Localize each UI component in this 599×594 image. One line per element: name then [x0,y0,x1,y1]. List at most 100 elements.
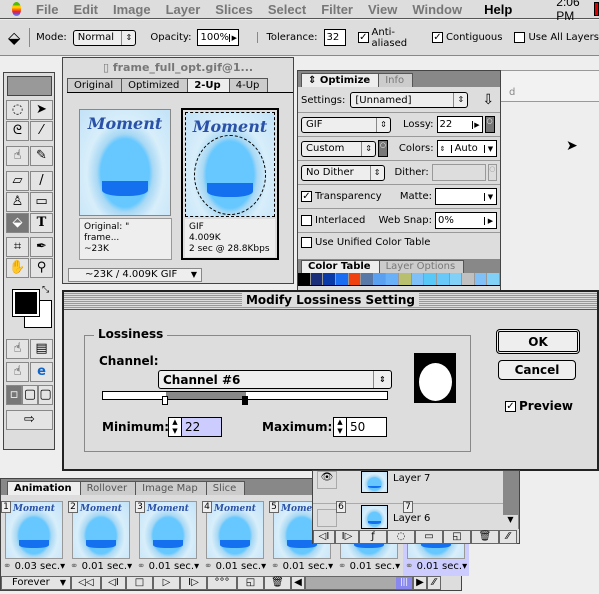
tab-optimized[interactable]: Optimized [121,78,189,92]
duplicate-frame-icon[interactable]: ◱ [237,576,264,590]
color-swatch[interactable] [386,273,399,285]
unified-color-table-checkbox[interactable]: Use Unified Color Table [301,237,430,248]
layer-mask-icon[interactable]: ◌ [387,530,415,544]
optimized-image[interactable]: Moment [185,112,275,217]
tab-original[interactable]: Original [67,78,123,92]
dialog-title-bar[interactable]: Modify Lossiness Setting [64,292,597,310]
resize-grip-icon[interactable]: ⁄⁄ [499,530,517,544]
marquee-tool-icon[interactable]: ◌ [6,100,29,120]
previous-frame-icon[interactable]: ◁I [313,530,335,544]
eyedropper-tool-icon[interactable]: ✒ [30,237,53,257]
dither-field[interactable] [431,164,486,181]
mode-select[interactable]: Normal ⇕ [72,29,137,46]
dither-select[interactable]: No Dither ⇕ [301,164,385,181]
frame-delay-select[interactable]: ⚭ 0.01 sec.▾ [271,561,333,572]
layer-row[interactable]: 👁 Layer 7 [313,471,503,504]
maximum-slider-thumb[interactable] [242,396,248,405]
contiguous-checkbox[interactable]: ✓ Contiguous [431,32,502,43]
color-swatch[interactable] [361,273,374,285]
color-swatch[interactable] [323,273,336,285]
magic-wand-icon[interactable]: ⁄ [30,121,53,141]
use-all-layers-checkbox[interactable]: Use All Layers [514,32,599,43]
channel-mask-icon[interactable]: ○ [378,140,388,157]
arrow-right-icon[interactable]: ▶ [471,120,482,129]
horizontal-scrollbar[interactable]: ||| [305,576,413,590]
resize-grip-icon[interactable]: ⁄⁄ [427,576,441,590]
anti-aliased-checkbox[interactable]: ✓ Anti-aliased [358,27,420,49]
lossy-field[interactable]: 22 ▶ [436,116,483,133]
scroll-right-icon[interactable]: ▶ [413,576,427,590]
trash-icon[interactable]: 🗑 [264,576,291,590]
tab-4-up[interactable]: 4-Up [228,78,269,92]
web-snap-field[interactable]: 0% ▶ [435,212,497,229]
minimum-field[interactable]: ▲ ▼ 22 [168,417,222,437]
tab-slice[interactable]: Slice [205,481,246,495]
arrow-right-icon[interactable]: ▶ [229,33,238,42]
tolerance-field[interactable]: 32 [323,29,347,46]
tab-color-table[interactable]: Color Table [301,260,380,273]
format-select[interactable]: GIF ⇕ [301,116,391,133]
tab-layer-options[interactable]: Layer Options [378,260,465,273]
screen-mode-full-menu-icon[interactable]: ▢ [22,385,38,405]
vertical-scrollbar[interactable]: ▼ [503,471,519,529]
stepper-icon[interactable]: ▲ ▼ [334,418,347,436]
paint-bucket-tool-icon[interactable]: ⬙ [6,213,29,233]
color-swatch[interactable] [310,273,324,285]
next-frame-icon[interactable]: I▷ [180,576,207,590]
animation-frame[interactable]: 4 Moment ⚭ 0.01 sec.▾ [202,499,268,575]
triangle-down-icon[interactable]: ▼ [484,192,496,201]
optimize-menu-icon[interactable]: ⇩ [482,92,494,108]
color-swatch[interactable] [449,273,463,285]
slice-select-tool-icon[interactable]: ☝ [6,146,29,166]
interlaced-checkbox[interactable]: Interlaced [301,215,365,226]
frame-delay-select[interactable]: ⚭ 0.03 sec.▾ [3,561,65,572]
frame-delay-select[interactable]: ⚭ 0.01 sec.▾ [137,561,199,572]
cancel-button[interactable]: Cancel [498,360,576,380]
eye-icon[interactable]: 👁 [317,471,337,489]
colors-field[interactable]: ⇕ Auto ▼ [436,140,497,157]
type-tool-icon[interactable]: T [30,213,53,233]
move-tool-icon[interactable]: ➤ [30,100,53,120]
animation-frame[interactable]: 3 Moment ⚭ 0.01 sec.▾ [135,499,201,575]
menu-window[interactable]: Window [412,2,462,17]
rectangle-tool-icon[interactable]: ▭ [30,192,53,212]
new-folder-icon[interactable]: ▭ [415,530,443,544]
stepper-icon[interactable]: ▲ ▼ [169,418,182,436]
color-swatch[interactable] [373,273,387,285]
document-title[interactable]: ▯ frame_full_opt.gif@1... [63,58,293,78]
frame-delay-select[interactable]: ⚭ 0.01 sec.▾ [204,561,266,572]
menu-slices[interactable]: Slices [215,2,253,17]
color-swatch[interactable] [424,273,437,285]
trash-icon[interactable]: 🗑 [471,530,499,544]
channel-select[interactable]: Channel #6 ⇕ [158,370,392,389]
file-size-popup[interactable]: ~23K / 4.009K GIF ▼ [68,268,202,282]
opacity-field[interactable]: 100% ▶ [197,29,240,46]
scroll-thumb[interactable]: ||| [396,577,412,589]
menu-file[interactable]: File [36,2,58,17]
foreground-color-swatch[interactable] [12,289,40,317]
scroll-left-icon[interactable]: ◀ [291,576,305,590]
color-swatch[interactable] [436,273,450,285]
layer-effects-icon[interactable]: ƒ [359,530,387,544]
menu-select[interactable]: Select [268,2,306,17]
screen-mode-standard-icon[interactable]: ▫ [6,385,22,405]
frame-delay-select[interactable]: ⚭ 0.01 sec.▾ [405,561,467,572]
channel-mask-icon[interactable]: ○ [484,116,495,133]
menu-help[interactable]: Help [484,2,512,17]
frame-delay-select[interactable]: ⚭ 0.01 sec.▾ [338,561,400,572]
tab-optimize[interactable]: ⇕ Optimize [301,73,380,87]
tab-info[interactable]: Info [378,73,414,87]
hand-tool-icon[interactable]: ✋ [6,258,29,278]
original-image[interactable]: Moment [79,109,171,216]
animation-frame[interactable]: 1 Moment ⚭ 0.03 sec.▾ [1,499,67,575]
color-swatch[interactable] [462,273,475,285]
maximum-field[interactable]: ▲ ▼ 50 [333,417,387,437]
rollover-preview-icon[interactable]: ☝ [6,362,29,382]
slice-visibility-icon[interactable]: ▤ [30,339,53,359]
animation-frame[interactable]: 2 Moment ⚭ 0.01 sec.▾ [68,499,134,575]
triangle-down-icon[interactable]: ▼ [484,144,496,153]
minimum-slider-thumb[interactable] [161,396,168,405]
screen-mode-full-icon[interactable]: ▢ [38,385,53,405]
menu-filter[interactable]: Filter [321,2,353,17]
zoom-tool-icon[interactable]: ⚲ [30,258,53,278]
